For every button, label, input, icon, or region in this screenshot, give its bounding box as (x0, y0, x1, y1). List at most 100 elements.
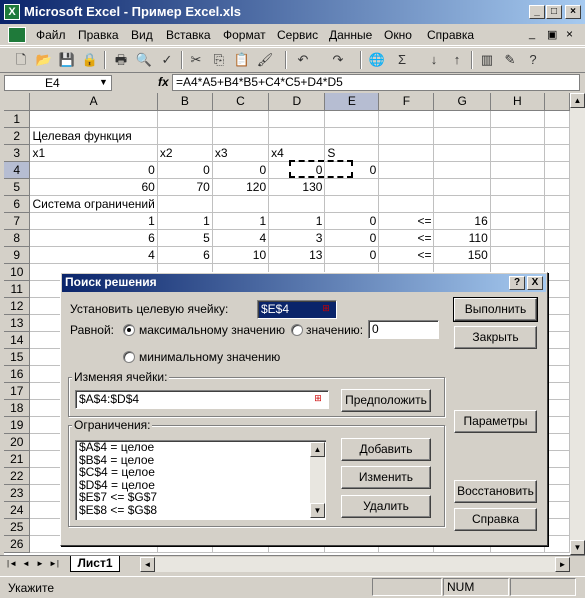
cell[interactable] (544, 178, 570, 196)
cell[interactable] (490, 127, 545, 145)
scroll-left-icon[interactable]: ◄ (140, 557, 155, 572)
row-header[interactable]: 8 (4, 229, 31, 247)
cell[interactable] (433, 195, 491, 213)
cell[interactable] (157, 110, 213, 128)
cell[interactable] (433, 178, 491, 196)
cell[interactable] (490, 178, 545, 196)
menu-file[interactable]: Файл (36, 28, 66, 42)
column-header[interactable]: A (29, 93, 158, 111)
cell[interactable]: x4 (268, 144, 326, 162)
cell[interactable]: S (324, 144, 380, 162)
cell[interactable]: 6 (29, 229, 158, 247)
row-header[interactable]: 23 (4, 484, 31, 502)
column-header[interactable]: G (433, 93, 491, 111)
cell[interactable] (544, 535, 570, 553)
cell[interactable]: 130 (268, 178, 326, 196)
dialog-close-button[interactable]: X (527, 276, 543, 290)
cell[interactable]: 110 (433, 229, 491, 247)
column-header[interactable]: F (378, 93, 435, 111)
help-icon[interactable]: ? (524, 51, 542, 69)
solve-button[interactable]: Выполнить (453, 297, 538, 322)
cell[interactable]: Система ограничений (29, 195, 158, 213)
cell[interactable]: 1 (268, 212, 326, 230)
workbook-icon[interactable] (8, 27, 26, 43)
menu-data[interactable]: Данные (329, 28, 372, 42)
column-header[interactable]: H (490, 93, 545, 111)
cell[interactable] (544, 144, 570, 162)
open-icon[interactable]: 📂 (35, 51, 53, 69)
menu-edit[interactable]: Правка (78, 28, 119, 42)
collapse-target-icon[interactable]: ⊞ (318, 302, 334, 317)
horizontal-scrollbar[interactable] (140, 557, 570, 572)
menu-format[interactable]: Формат (223, 28, 266, 42)
row-header[interactable]: 11 (4, 280, 31, 298)
cell[interactable] (490, 195, 545, 213)
close-window-button[interactable]: × (565, 5, 581, 19)
row-header[interactable]: 16 (4, 365, 31, 383)
cell[interactable] (544, 433, 570, 451)
cell[interactable]: x3 (212, 144, 270, 162)
cell[interactable]: 1 (29, 212, 158, 230)
name-box-dropdown-icon[interactable]: ▼ (99, 77, 108, 87)
change-constraint-button[interactable]: Изменить (341, 466, 431, 489)
cell[interactable]: 0 (324, 212, 380, 230)
radio-max[interactable] (123, 324, 135, 336)
cell[interactable] (544, 450, 570, 468)
cell[interactable] (544, 484, 570, 502)
last-sheet-icon[interactable]: ►| (48, 558, 60, 570)
cell[interactable] (268, 195, 326, 213)
cell[interactable]: 13 (268, 246, 326, 264)
cell[interactable] (268, 110, 326, 128)
cell[interactable] (378, 144, 435, 162)
cell[interactable]: 4 (212, 229, 270, 247)
cell[interactable] (324, 127, 380, 145)
constraint-item[interactable]: $A$4 = целое (76, 441, 326, 454)
row-header[interactable]: 15 (4, 348, 31, 366)
cell[interactable]: 0 (29, 161, 158, 179)
cell[interactable] (544, 246, 570, 264)
scroll-down-icon[interactable]: ▼ (570, 540, 585, 555)
cell[interactable]: 0 (324, 229, 380, 247)
cell[interactable]: 3 (268, 229, 326, 247)
column-header[interactable]: B (157, 93, 213, 111)
cell[interactable]: 4 (29, 246, 158, 264)
options-button[interactable]: Параметры (454, 410, 537, 433)
row-header[interactable]: 12 (4, 297, 31, 315)
cell[interactable]: 0 (324, 246, 380, 264)
cell[interactable] (544, 229, 570, 247)
chart-wizard-icon[interactable]: ▥ (478, 51, 496, 69)
next-sheet-icon[interactable]: ► (34, 558, 46, 570)
drawing-icon[interactable]: ✎ (501, 51, 519, 69)
row-header[interactable]: 3 (4, 144, 31, 162)
cell[interactable] (324, 178, 380, 196)
column-header[interactable]: C (212, 93, 270, 111)
close-button[interactable]: Закрыть (454, 326, 537, 349)
row-header[interactable]: 2 (4, 127, 31, 145)
cell[interactable] (29, 110, 158, 128)
cell[interactable] (544, 331, 570, 349)
cell[interactable] (544, 501, 570, 519)
menu-help[interactable]: Справка (427, 28, 474, 42)
cell[interactable] (433, 127, 491, 145)
row-header[interactable]: 5 (4, 178, 31, 196)
column-header[interactable] (544, 93, 570, 111)
constraints-listbox[interactable]: $A$4 = целое $B$4 = целое $C$4 = целое $… (75, 440, 326, 520)
cell[interactable] (212, 127, 270, 145)
cell[interactable]: x2 (157, 144, 213, 162)
insert-function-icon[interactable]: fx (158, 75, 169, 89)
redo-icon[interactable]: ↷ (329, 51, 347, 69)
cell[interactable] (490, 229, 545, 247)
scroll-right-icon[interactable]: ► (555, 557, 570, 572)
cell[interactable] (433, 161, 491, 179)
cell[interactable]: <= (378, 246, 435, 264)
first-sheet-icon[interactable]: |◄ (6, 558, 18, 570)
cell[interactable] (544, 416, 570, 434)
collapse-changing-icon[interactable]: ⊞ (310, 392, 326, 407)
cell[interactable] (324, 110, 380, 128)
row-header[interactable]: 26 (4, 535, 31, 553)
row-header[interactable]: 25 (4, 518, 31, 536)
radio-min[interactable] (123, 351, 135, 363)
cell[interactable] (544, 280, 570, 298)
row-header[interactable]: 13 (4, 314, 31, 332)
cell[interactable] (544, 518, 570, 536)
